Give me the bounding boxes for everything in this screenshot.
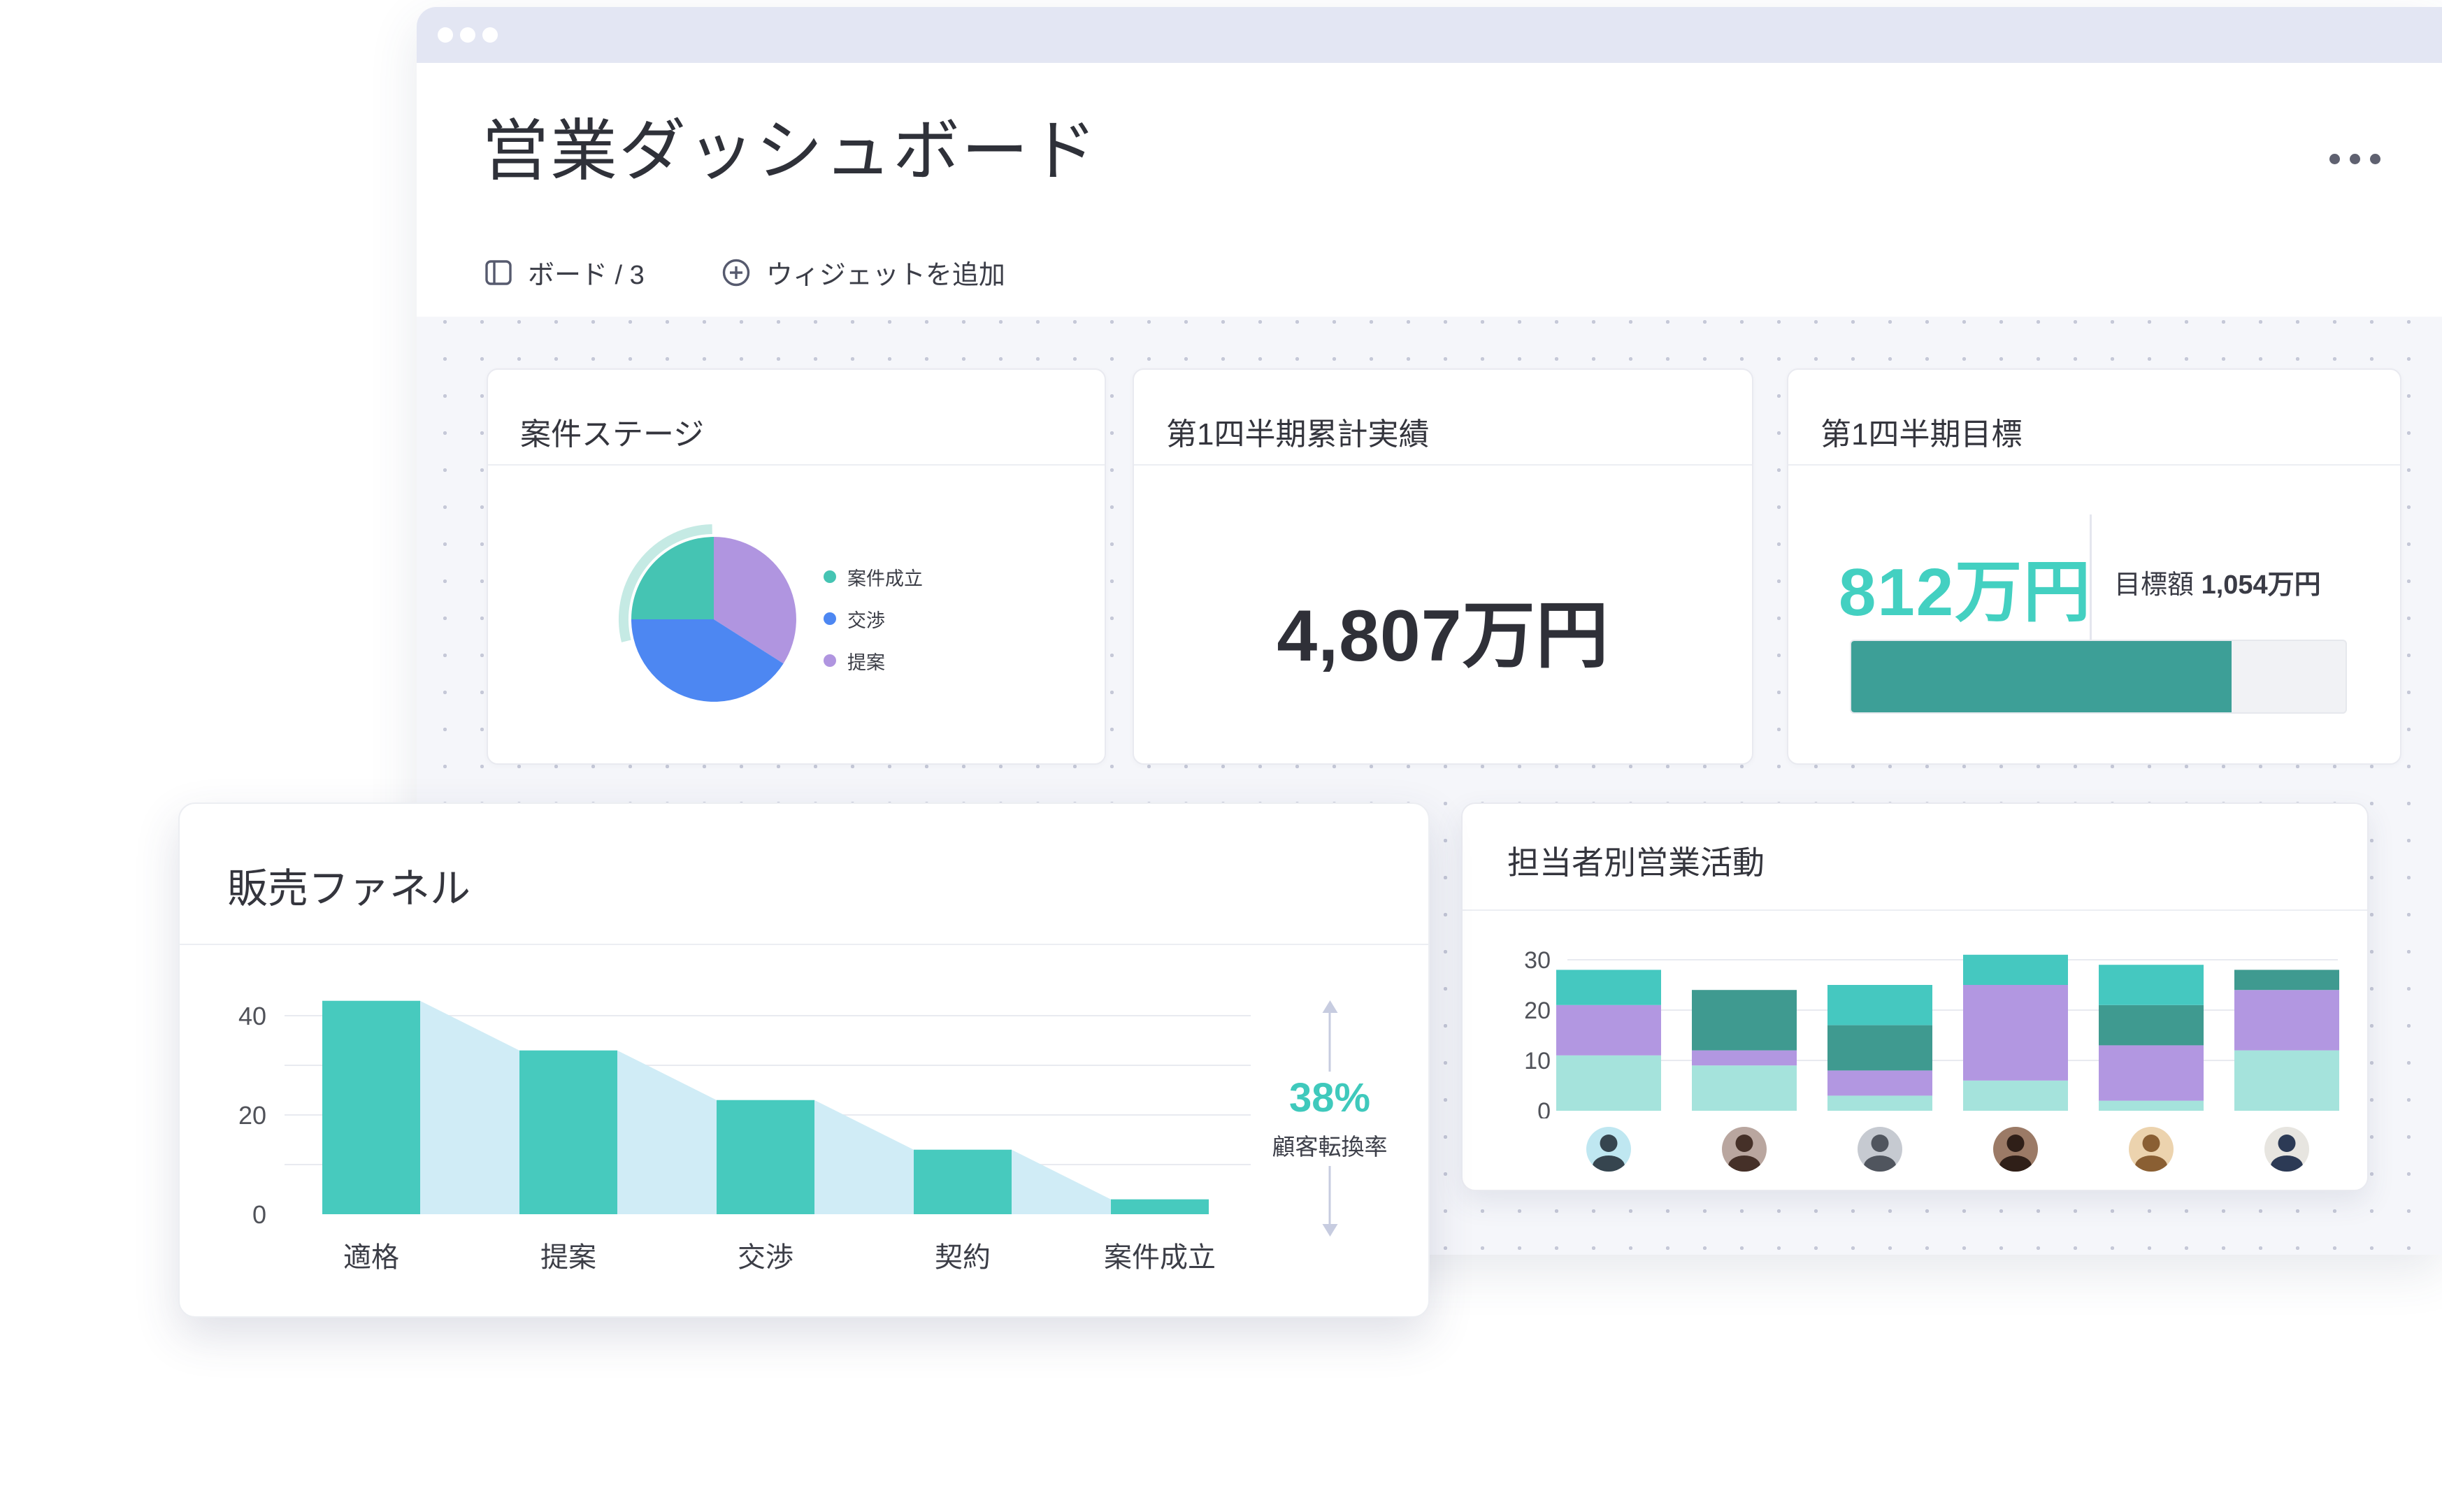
legend-dot: [824, 570, 836, 583]
widget-header: 第1四半期累計実績: [1134, 370, 1752, 466]
legend-label: 提案: [847, 647, 885, 675]
svg-text:20: 20: [238, 1101, 266, 1130]
goal-target-label: 目標額: [2114, 570, 2194, 600]
avatar-body: [2135, 1155, 2167, 1172]
avatar: [1858, 1127, 1902, 1172]
avatar-head: [2278, 1135, 2296, 1152]
widget-q1-goal: 第1四半期目標 812万円 目標額 1,054万円: [1787, 368, 2401, 765]
pie-chart: [612, 518, 815, 721]
svg-text:0: 0: [252, 1200, 266, 1229]
window-controls[interactable]: [438, 27, 498, 43]
svg-text:10: 10: [1524, 1048, 1551, 1074]
avatar: [1722, 1127, 1767, 1172]
avatar-body: [1728, 1155, 1760, 1172]
avatar-body: [1999, 1155, 2032, 1172]
goal-current-value: 812万円: [1839, 538, 2092, 635]
svg-text:提案: 提案: [540, 1242, 596, 1273]
widget-title: 販売ファネル: [227, 856, 471, 914]
svg-text:40: 40: [238, 1002, 266, 1030]
widget-header: 販売ファネル: [180, 804, 1428, 945]
goal-progress-fill: [1851, 641, 2232, 712]
conversion-annotation: 38% 顧客転換率: [1260, 1003, 1400, 1234]
dashboard-header: 営業ダッシュボード ボード / 3 ウィジェットを追加: [417, 63, 2442, 318]
kpi-value: 4,807万円: [1134, 576, 1752, 682]
board-icon: [484, 259, 512, 287]
widget-header: 案件ステージ: [488, 370, 1105, 466]
widget-title: 案件ステージ: [520, 409, 704, 454]
funnel-chart: 0 20 40 適格 提案 交渉 契約 案件成立: [180, 951, 1270, 1314]
pie-legend: 案件成立交渉提案: [824, 556, 923, 682]
legend-label: 交渉: [847, 605, 885, 633]
window-titlebar: [417, 7, 2442, 63]
toolbar: ボード / 3 ウィジェットを追加: [484, 253, 1005, 291]
svg-text:契約: 契約: [935, 1242, 991, 1273]
avatar-head: [2007, 1135, 2025, 1152]
widget-q1-actual: 第1四半期累計実績 4,807万円: [1133, 368, 1753, 765]
avatar-body: [1864, 1155, 1896, 1172]
widget-header: 第1四半期目標: [1788, 370, 2400, 466]
widget-sales-funnel: 販売ファネル 0 20 40 適格 提案 交渉 契約 案件成立 38% 顧客転換率: [178, 802, 1430, 1318]
widget-activity-by-owner: 担当者別営業活動 0 10 20 30: [1461, 802, 2369, 1191]
window-control-dot[interactable]: [438, 27, 453, 43]
legend-label: 案件成立: [847, 563, 923, 591]
widget-header: 担当者別営業活動: [1463, 804, 2367, 911]
avatar-head: [1736, 1135, 1753, 1152]
svg-text:0: 0: [1537, 1098, 1551, 1118]
avatar: [1586, 1127, 1631, 1172]
legend-item: 交渉: [824, 598, 923, 640]
svg-text:交渉: 交渉: [738, 1242, 793, 1273]
avatar: [2264, 1127, 2309, 1172]
page-title: 営業ダッシュボード: [482, 113, 1098, 190]
avatar-body: [2271, 1155, 2303, 1172]
avatar-head: [1600, 1135, 1618, 1152]
tab-boards-label: ボード / 3: [528, 253, 645, 291]
avatar-head: [2143, 1135, 2160, 1152]
svg-text:案件成立: 案件成立: [1104, 1242, 1216, 1273]
window-control-dot[interactable]: [482, 27, 498, 43]
widget-title: 第1四半期目標: [1820, 409, 2022, 454]
legend-item: 提案: [824, 640, 923, 682]
plus-circle-icon: [721, 258, 751, 287]
legend-dot: [824, 654, 836, 667]
widget-deal-stage: 案件ステージ 案件成立交渉提案: [487, 368, 1106, 765]
legend-dot: [824, 612, 836, 625]
avatar: [2129, 1127, 2174, 1172]
svg-text:適格: 適格: [343, 1242, 399, 1273]
goal-target-value: 1,054万円: [2202, 570, 2321, 600]
add-widget-label: ウィジェットを追加: [766, 253, 1005, 291]
page: { "window": { "title": "営業ダッシュボード", "too…: [0, 0, 2442, 1512]
legend-item: 案件成立: [824, 556, 923, 598]
avatar: [1993, 1127, 2038, 1172]
goal-target: 目標額 1,054万円: [2114, 563, 2321, 601]
add-widget-button[interactable]: ウィジェットを追加: [721, 253, 1005, 291]
avatar-body: [1593, 1155, 1625, 1172]
conversion-label: 顧客転換率: [1267, 1124, 1393, 1166]
window-control-dot[interactable]: [460, 27, 475, 43]
avatar-head: [1872, 1135, 1889, 1152]
conversion-value: 38%: [1282, 1072, 1377, 1124]
tab-boards[interactable]: ボード / 3: [484, 253, 645, 291]
goal-progress-bar: [1850, 640, 2347, 714]
more-options-icon[interactable]: [2329, 154, 2380, 164]
widget-title: 第1四半期累計実績: [1166, 409, 1429, 454]
svg-text:30: 30: [1524, 947, 1551, 974]
widget-title: 担当者別営業活動: [1507, 837, 1765, 884]
stacked-bar-chart: 0 10 20 30: [1463, 916, 2370, 1118]
svg-text:20: 20: [1524, 998, 1551, 1024]
